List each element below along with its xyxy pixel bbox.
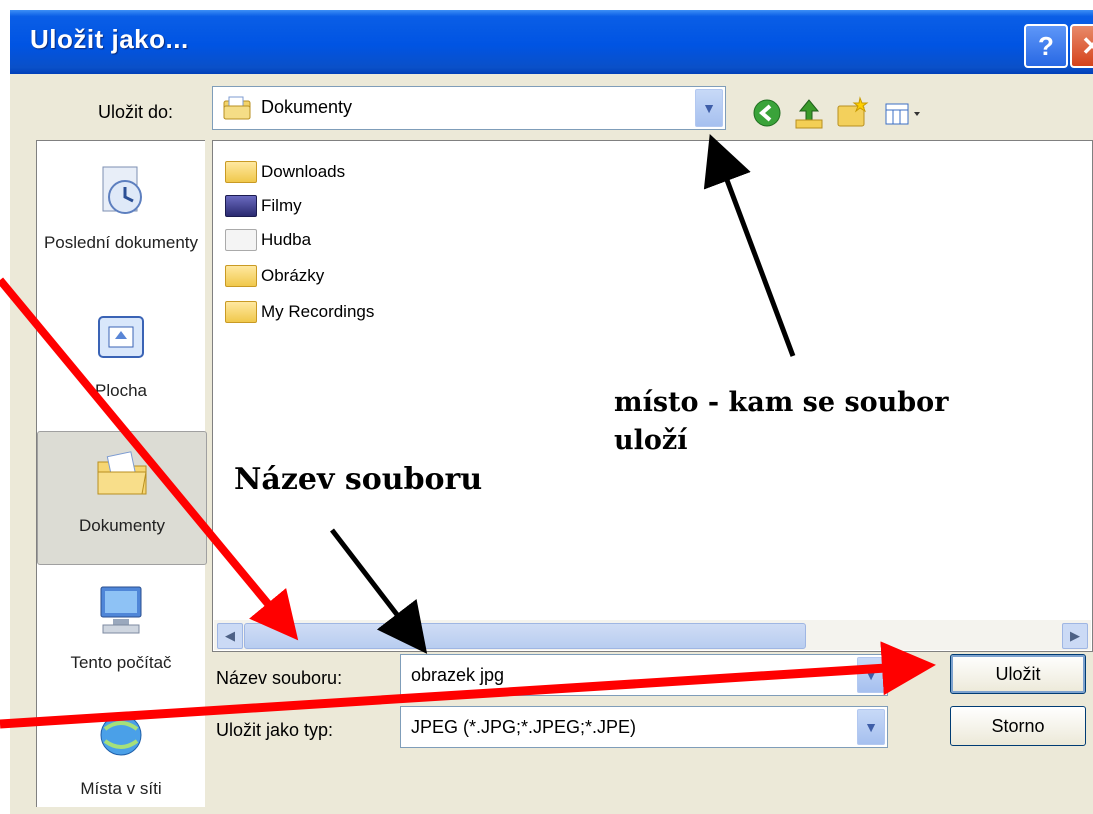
filename-arrow xyxy=(330,528,428,654)
red-arrow-save xyxy=(0,641,936,729)
red-arrow-documents xyxy=(0,277,299,641)
location-arrow xyxy=(703,133,796,357)
annotation-arrows xyxy=(0,133,936,729)
